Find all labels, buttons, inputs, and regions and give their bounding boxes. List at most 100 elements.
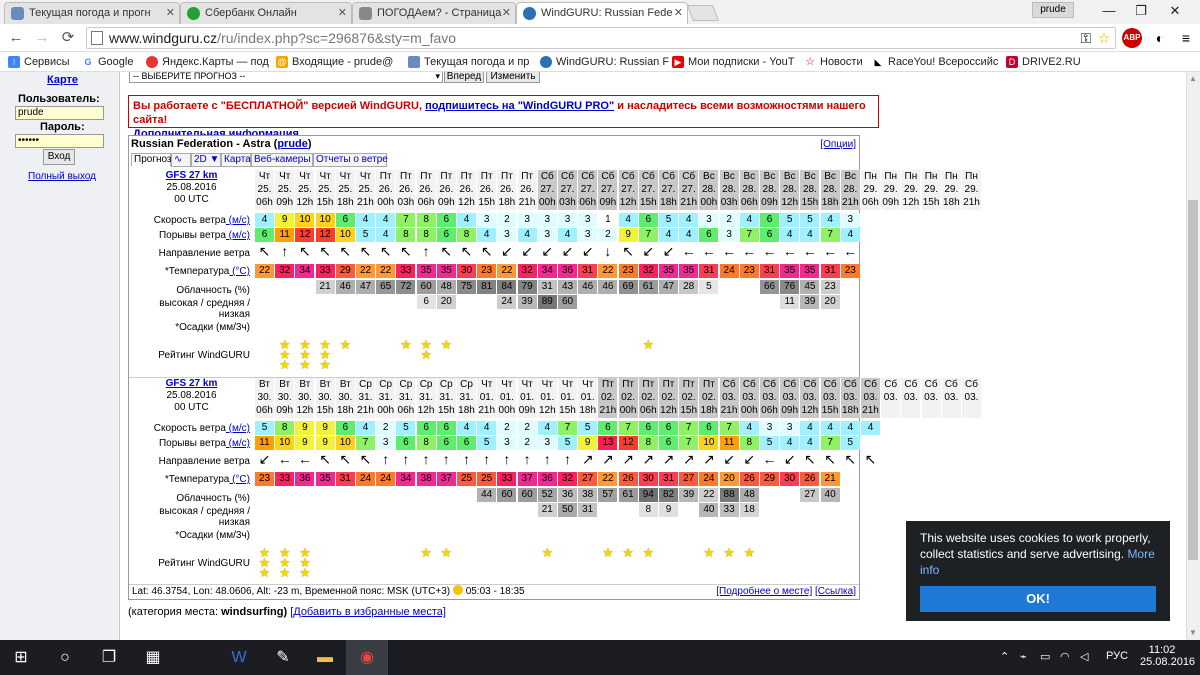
volume-icon[interactable]: ◁ — [1080, 650, 1088, 663]
key-icon[interactable]: ⚿ — [1076, 28, 1096, 48]
unit-link[interactable]: (°C) — [229, 266, 250, 277]
login-button[interactable]: Вход — [43, 149, 75, 165]
close-icon[interactable]: ✕ — [338, 3, 347, 23]
address-bar[interactable]: www.windguru.cz/ru/index.php?sc=296876&s… — [86, 27, 1116, 49]
tab-forecast[interactable]: Прогноз — [131, 153, 172, 167]
spot-details-link[interactable]: [Подробнее о месте] — [716, 586, 812, 597]
menu-icon[interactable]: ≡ — [1176, 28, 1196, 48]
new-tab-button[interactable] — [687, 5, 719, 21]
date-cell: 27. — [638, 183, 658, 196]
wind-arrow-icon: ↗ — [622, 451, 634, 467]
spot-user-link[interactable]: prude — [277, 138, 308, 150]
chrome-icon[interactable]: ◉ — [346, 640, 388, 675]
change-button[interactable]: Изменить — [486, 72, 540, 83]
back-arrow-icon[interactable]: ← — [6, 28, 26, 48]
tray-chevron-icon[interactable]: ⌃ — [1000, 650, 1009, 663]
wifi-icon[interactable]: ◠ — [1060, 650, 1070, 663]
network-icon[interactable]: ⌁ — [1020, 650, 1027, 663]
restore-icon[interactable]: ❐ — [1126, 2, 1156, 20]
bookmark-drive2[interactable]: D DRIVE2.RU — [1006, 54, 1081, 70]
browser-tab-3[interactable]: ПОГОДАем? - Страница ✕ — [352, 2, 516, 24]
wind-arrow-icon: ↑ — [523, 451, 531, 467]
scroll-up-icon[interactable]: ▲ — [1188, 74, 1198, 83]
scrollbar-thumb[interactable] — [1188, 200, 1198, 560]
close-icon[interactable]: ✕ — [674, 3, 683, 23]
bookmark-weather[interactable]: Текущая погода и пр — [408, 54, 529, 70]
model-link[interactable]: GFS 27 km — [129, 170, 254, 182]
scroll-down-icon[interactable]: ▼ — [1188, 628, 1198, 637]
tab-map[interactable]: Карта — [221, 153, 251, 167]
close-icon[interactable]: ✕ — [502, 3, 511, 23]
wind-direction-cell: ← — [800, 244, 819, 262]
map-link[interactable]: Карте — [47, 74, 78, 86]
tab-2d[interactable]: 2D ▼ — [191, 153, 221, 167]
forward-arrow-icon[interactable]: → — [32, 28, 52, 48]
close-window-icon[interactable]: ✕ — [1160, 2, 1190, 20]
username-input[interactable]: prude — [15, 106, 104, 120]
unit-link[interactable]: (м/с) — [226, 215, 250, 226]
extension-icon[interactable]: ◐ — [1150, 28, 1170, 48]
date-cell: 01. — [578, 391, 598, 404]
bookmark-youtube[interactable]: ▶ Мои подписки - YouT — [672, 54, 794, 70]
tab-wind-reports[interactable]: Отчеты о ветре — [313, 153, 388, 167]
unit-link[interactable]: (м/с) — [226, 438, 250, 449]
model-utc: 00 UTC — [174, 402, 209, 413]
date-cell: 30. — [335, 391, 355, 404]
wind-speed-cell: 6 — [659, 421, 678, 435]
cloud-high-cell: 94 — [638, 488, 658, 502]
spot-link[interactable]: [Ссылка] — [815, 586, 856, 597]
windows-start-icon[interactable]: ⊞ — [0, 640, 42, 675]
unit-link[interactable]: (м/с) — [226, 230, 250, 241]
explorer-icon[interactable]: ▬ — [304, 640, 346, 675]
calculator-icon[interactable]: ▦ — [132, 640, 174, 675]
forecast-select[interactable]: -- ВЫБЕРИТЕ ПРОГНОЗ -- ▾ — [129, 72, 443, 83]
wind-gust-cell: 7 — [739, 228, 759, 242]
bookmark-raceyou[interactable]: ◣ RaceYou! Всероссийс — [872, 54, 998, 70]
tab-graph[interactable]: ∿ — [171, 153, 191, 167]
unit-link[interactable]: (м/с) — [226, 423, 250, 434]
star-bookmark-icon[interactable]: ☆ — [1094, 28, 1114, 48]
browser-tab-2[interactable]: Сбербанк Онлайн ✕ — [180, 2, 352, 24]
task-view-icon[interactable]: ❐ — [88, 640, 130, 675]
date-cell: 27. — [578, 183, 598, 196]
bookmark-windguru[interactable]: WindGURU: Russian F — [540, 54, 669, 70]
bookmark-inbox[interactable]: @ Входящие - prude@ — [276, 54, 393, 70]
options-link[interactable]: [Опции] — [820, 139, 856, 150]
profile-chip[interactable]: prude — [1032, 2, 1074, 18]
tab-webcams[interactable]: Веб-камеры — [251, 153, 313, 167]
wind-direction-cell: ↑ — [497, 452, 516, 470]
clock[interactable]: 11:02 25.08.2016 — [1140, 644, 1195, 668]
minimize-icon[interactable]: — — [1094, 2, 1124, 20]
model-link[interactable]: GFS 27 km — [129, 378, 254, 390]
adblock-icon[interactable]: ABP — [1122, 28, 1142, 48]
wind-gust-cell: 4 — [780, 228, 800, 242]
search-icon[interactable]: ○ — [44, 640, 86, 675]
browser-tab-1[interactable]: Текущая погода и прогн ✕ — [4, 2, 180, 24]
next-button[interactable]: Вперед — [444, 72, 484, 83]
input-language[interactable]: РУС — [1106, 650, 1128, 662]
bookmark-yandex-maps[interactable]: Яндекс.Карты — под — [146, 54, 269, 70]
bookmark-google[interactable]: G Google — [82, 54, 133, 70]
wind-arrow-icon: ↑ — [382, 451, 390, 467]
pro-subscribe-link[interactable]: подпишитесь на "WindGURU PRO" — [425, 100, 614, 112]
word-icon[interactable]: W — [218, 640, 260, 675]
unit-link[interactable]: (°C) — [229, 474, 250, 485]
hour-cell: 15h — [800, 196, 820, 210]
browser-tab-4-active[interactable]: WindGURU: Russian Fede ✕ — [516, 2, 688, 24]
temperature-cell: 36 — [558, 264, 577, 278]
wind-arrow-icon: ← — [681, 243, 696, 259]
bookmark-services[interactable]: ⁝ Сервисы — [8, 54, 70, 70]
temperature-cell: 34 — [295, 264, 315, 278]
bookmark-news[interactable]: ☆ Новости — [804, 54, 863, 70]
logout-link[interactable]: Полный выход — [28, 171, 96, 182]
battery-icon[interactable]: ▭ — [1040, 650, 1050, 663]
close-icon[interactable]: ✕ — [166, 3, 175, 23]
wind-direction-cell: ← — [275, 452, 294, 470]
cloud-high-cell: 46 — [598, 280, 618, 294]
password-input[interactable]: •••••• — [15, 134, 104, 148]
cookie-ok-button[interactable]: OK! — [920, 586, 1156, 612]
add-favorite-link[interactable]: [Добавить в избранные места] — [290, 606, 446, 618]
notepad-icon[interactable]: ✎ — [262, 640, 304, 675]
reload-icon[interactable]: ⟳ — [58, 28, 78, 48]
rating-row-label: Рейтинг WindGURU — [158, 350, 250, 361]
